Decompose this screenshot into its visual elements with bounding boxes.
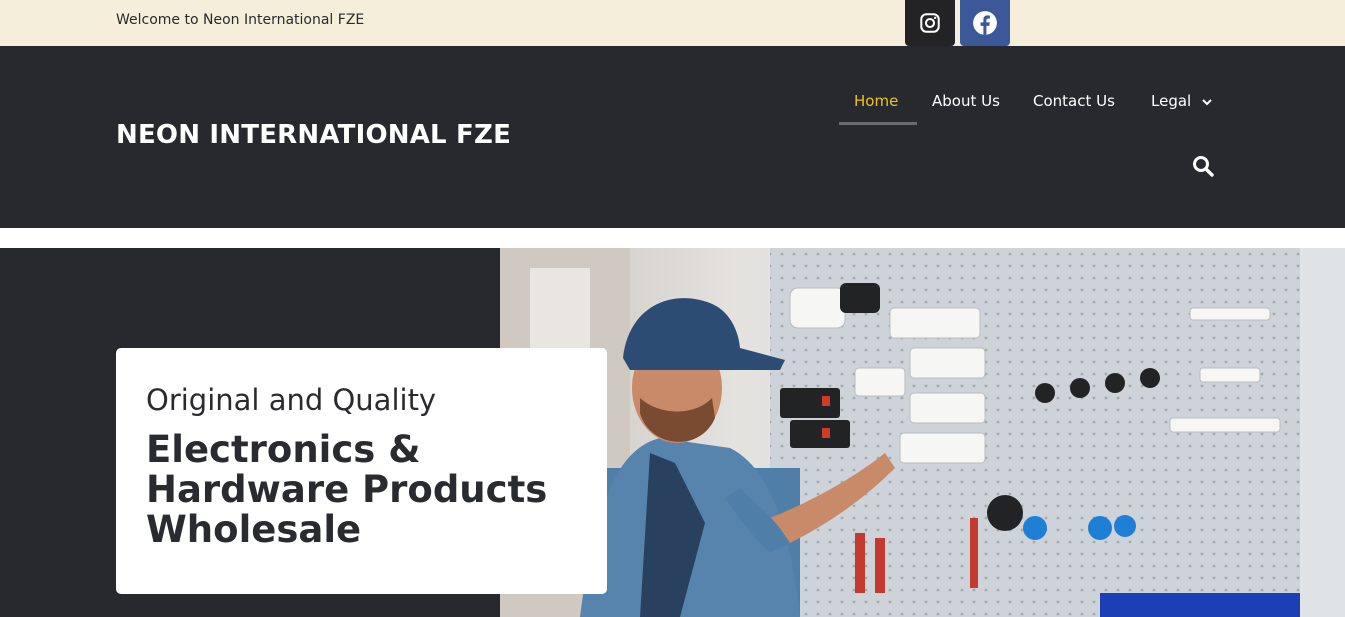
hero-subtitle: Original and Quality [146, 383, 437, 417]
nav-home[interactable]: Home [854, 92, 898, 110]
hero-title: Electronics & Hardware Products Wholesal… [146, 430, 577, 550]
nav-legal[interactable]: Legal [1151, 92, 1212, 110]
hero-title-line-1: Electronics & [146, 428, 421, 471]
hero-title-line-2: Hardware Products [146, 468, 548, 511]
nav-legal-label: Legal [1151, 92, 1192, 110]
site-header: NEON INTERNATIONAL FZE Home About Us Con… [0, 46, 1345, 228]
hero-photo-technician-at-parts-wall [500, 248, 1345, 617]
instagram-icon [920, 13, 940, 33]
hero-section: Original and Quality Electronics & Hardw… [0, 248, 1345, 617]
welcome-text: Welcome to Neon International FZE [116, 12, 365, 28]
top-bar: Welcome to Neon International FZE [0, 0, 1345, 46]
nav-about-us[interactable]: About Us [932, 92, 1000, 110]
facebook-link[interactable] [960, 0, 1010, 46]
nav-contact-us[interactable]: Contact Us [1033, 92, 1115, 110]
facebook-icon [973, 11, 997, 35]
search-icon[interactable] [1191, 154, 1215, 178]
hero-card: Original and Quality Electronics & Hardw… [116, 348, 607, 594]
nav-active-indicator [839, 122, 917, 125]
hero-title-line-3: Wholesale [146, 508, 362, 551]
hero-illustration [500, 248, 1345, 617]
instagram-link[interactable] [905, 0, 955, 46]
site-brand[interactable]: NEON INTERNATIONAL FZE [116, 120, 511, 150]
chevron-down-icon [1202, 98, 1212, 105]
